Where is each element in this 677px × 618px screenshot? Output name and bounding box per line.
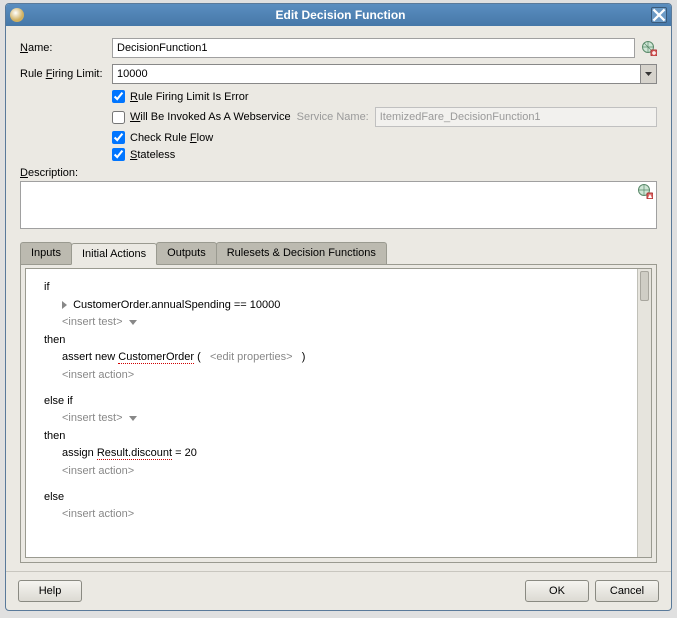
kw-else: else — [44, 489, 629, 507]
description-label: Description: — [20, 167, 657, 179]
globe-edit-icon[interactable] — [637, 183, 653, 199]
insert-test-placeholder[interactable]: <insert test> — [62, 412, 123, 424]
rule-firing-limit-input[interactable] — [113, 65, 640, 83]
kw-elseif: else if — [44, 393, 629, 411]
check-rule-flow-label: Check Rule Flow — [130, 132, 213, 144]
tab-inputs[interactable]: Inputs — [20, 242, 72, 264]
tab-initial-actions[interactable]: Initial Actions — [71, 243, 157, 265]
dialog-content: Name: Rule Firing Limit: Rule Firing Lim… — [6, 26, 671, 571]
stateless-checkbox[interactable] — [112, 148, 125, 161]
insert-action-placeholder[interactable]: <insert action> — [62, 369, 134, 381]
tab-bar: Inputs Initial Actions Outputs Rulesets … — [20, 242, 657, 265]
assign-target[interactable]: Result.discount — [97, 447, 172, 460]
cancel-button[interactable]: Cancel — [595, 580, 659, 602]
assign-keyword: assign — [62, 447, 94, 459]
check-rule-flow-checkbox[interactable] — [112, 131, 125, 144]
help-button[interactable]: Help — [18, 580, 82, 602]
app-icon — [10, 8, 24, 22]
service-name-label: Service Name: — [297, 111, 369, 123]
rule-firing-limit-label: Rule Firing Limit: — [20, 68, 112, 80]
condition-expr[interactable]: CustomerOrder.annualSpending == 10000 — [73, 299, 280, 311]
chevron-down-icon[interactable] — [129, 320, 137, 325]
rule-firing-error-label: Rule Firing Limit Is Error — [130, 91, 249, 103]
kw-then: then — [44, 332, 629, 350]
dialog-window: Edit Decision Function Name: Rule Firing… — [5, 3, 672, 611]
assert-object[interactable]: CustomerOrder — [118, 351, 194, 364]
paren-close: ) — [302, 351, 306, 363]
editor-scrollbar[interactable] — [637, 269, 651, 557]
chevron-down-icon[interactable] — [129, 416, 137, 421]
assign-value[interactable]: = 20 — [175, 447, 197, 459]
ok-button[interactable]: OK — [525, 580, 589, 602]
paren-open: ( — [197, 351, 201, 363]
tab-outputs[interactable]: Outputs — [156, 242, 217, 264]
insert-test-placeholder[interactable]: <insert test> — [62, 316, 123, 328]
description-textarea[interactable] — [20, 181, 657, 229]
window-title: Edit Decision Function — [30, 8, 651, 22]
expand-icon[interactable] — [62, 301, 67, 309]
dialog-footer: Help OK Cancel — [6, 571, 671, 610]
scrollbar-thumb[interactable] — [640, 271, 649, 301]
rule-firing-error-checkbox[interactable] — [112, 90, 125, 103]
service-name-input — [375, 107, 657, 127]
insert-action-placeholder[interactable]: <insert action> — [62, 465, 134, 477]
kw-then: then — [44, 428, 629, 446]
tab-panel: if CustomerOrder.annualSpending == 10000… — [20, 264, 657, 563]
webservice-checkbox[interactable] — [112, 111, 125, 124]
assert-keyword: assert new — [62, 351, 115, 363]
kw-if: if — [44, 279, 629, 297]
name-input[interactable] — [112, 38, 635, 58]
titlebar[interactable]: Edit Decision Function — [6, 4, 671, 26]
stateless-label: Stateless — [130, 149, 175, 161]
close-icon[interactable] — [651, 7, 667, 23]
tab-rulesets[interactable]: Rulesets & Decision Functions — [216, 242, 387, 264]
insert-action-placeholder[interactable]: <insert action> — [62, 508, 134, 520]
edit-properties-placeholder[interactable]: <edit properties> — [210, 351, 293, 363]
chevron-down-icon[interactable] — [640, 65, 656, 83]
rule-editor[interactable]: if CustomerOrder.annualSpending == 10000… — [26, 269, 637, 557]
webservice-label: Will Be Invoked As A Webservice — [130, 111, 291, 123]
name-label: Name: — [20, 42, 112, 54]
globe-plus-icon[interactable] — [641, 40, 657, 56]
rule-firing-limit-combo[interactable] — [112, 64, 657, 84]
